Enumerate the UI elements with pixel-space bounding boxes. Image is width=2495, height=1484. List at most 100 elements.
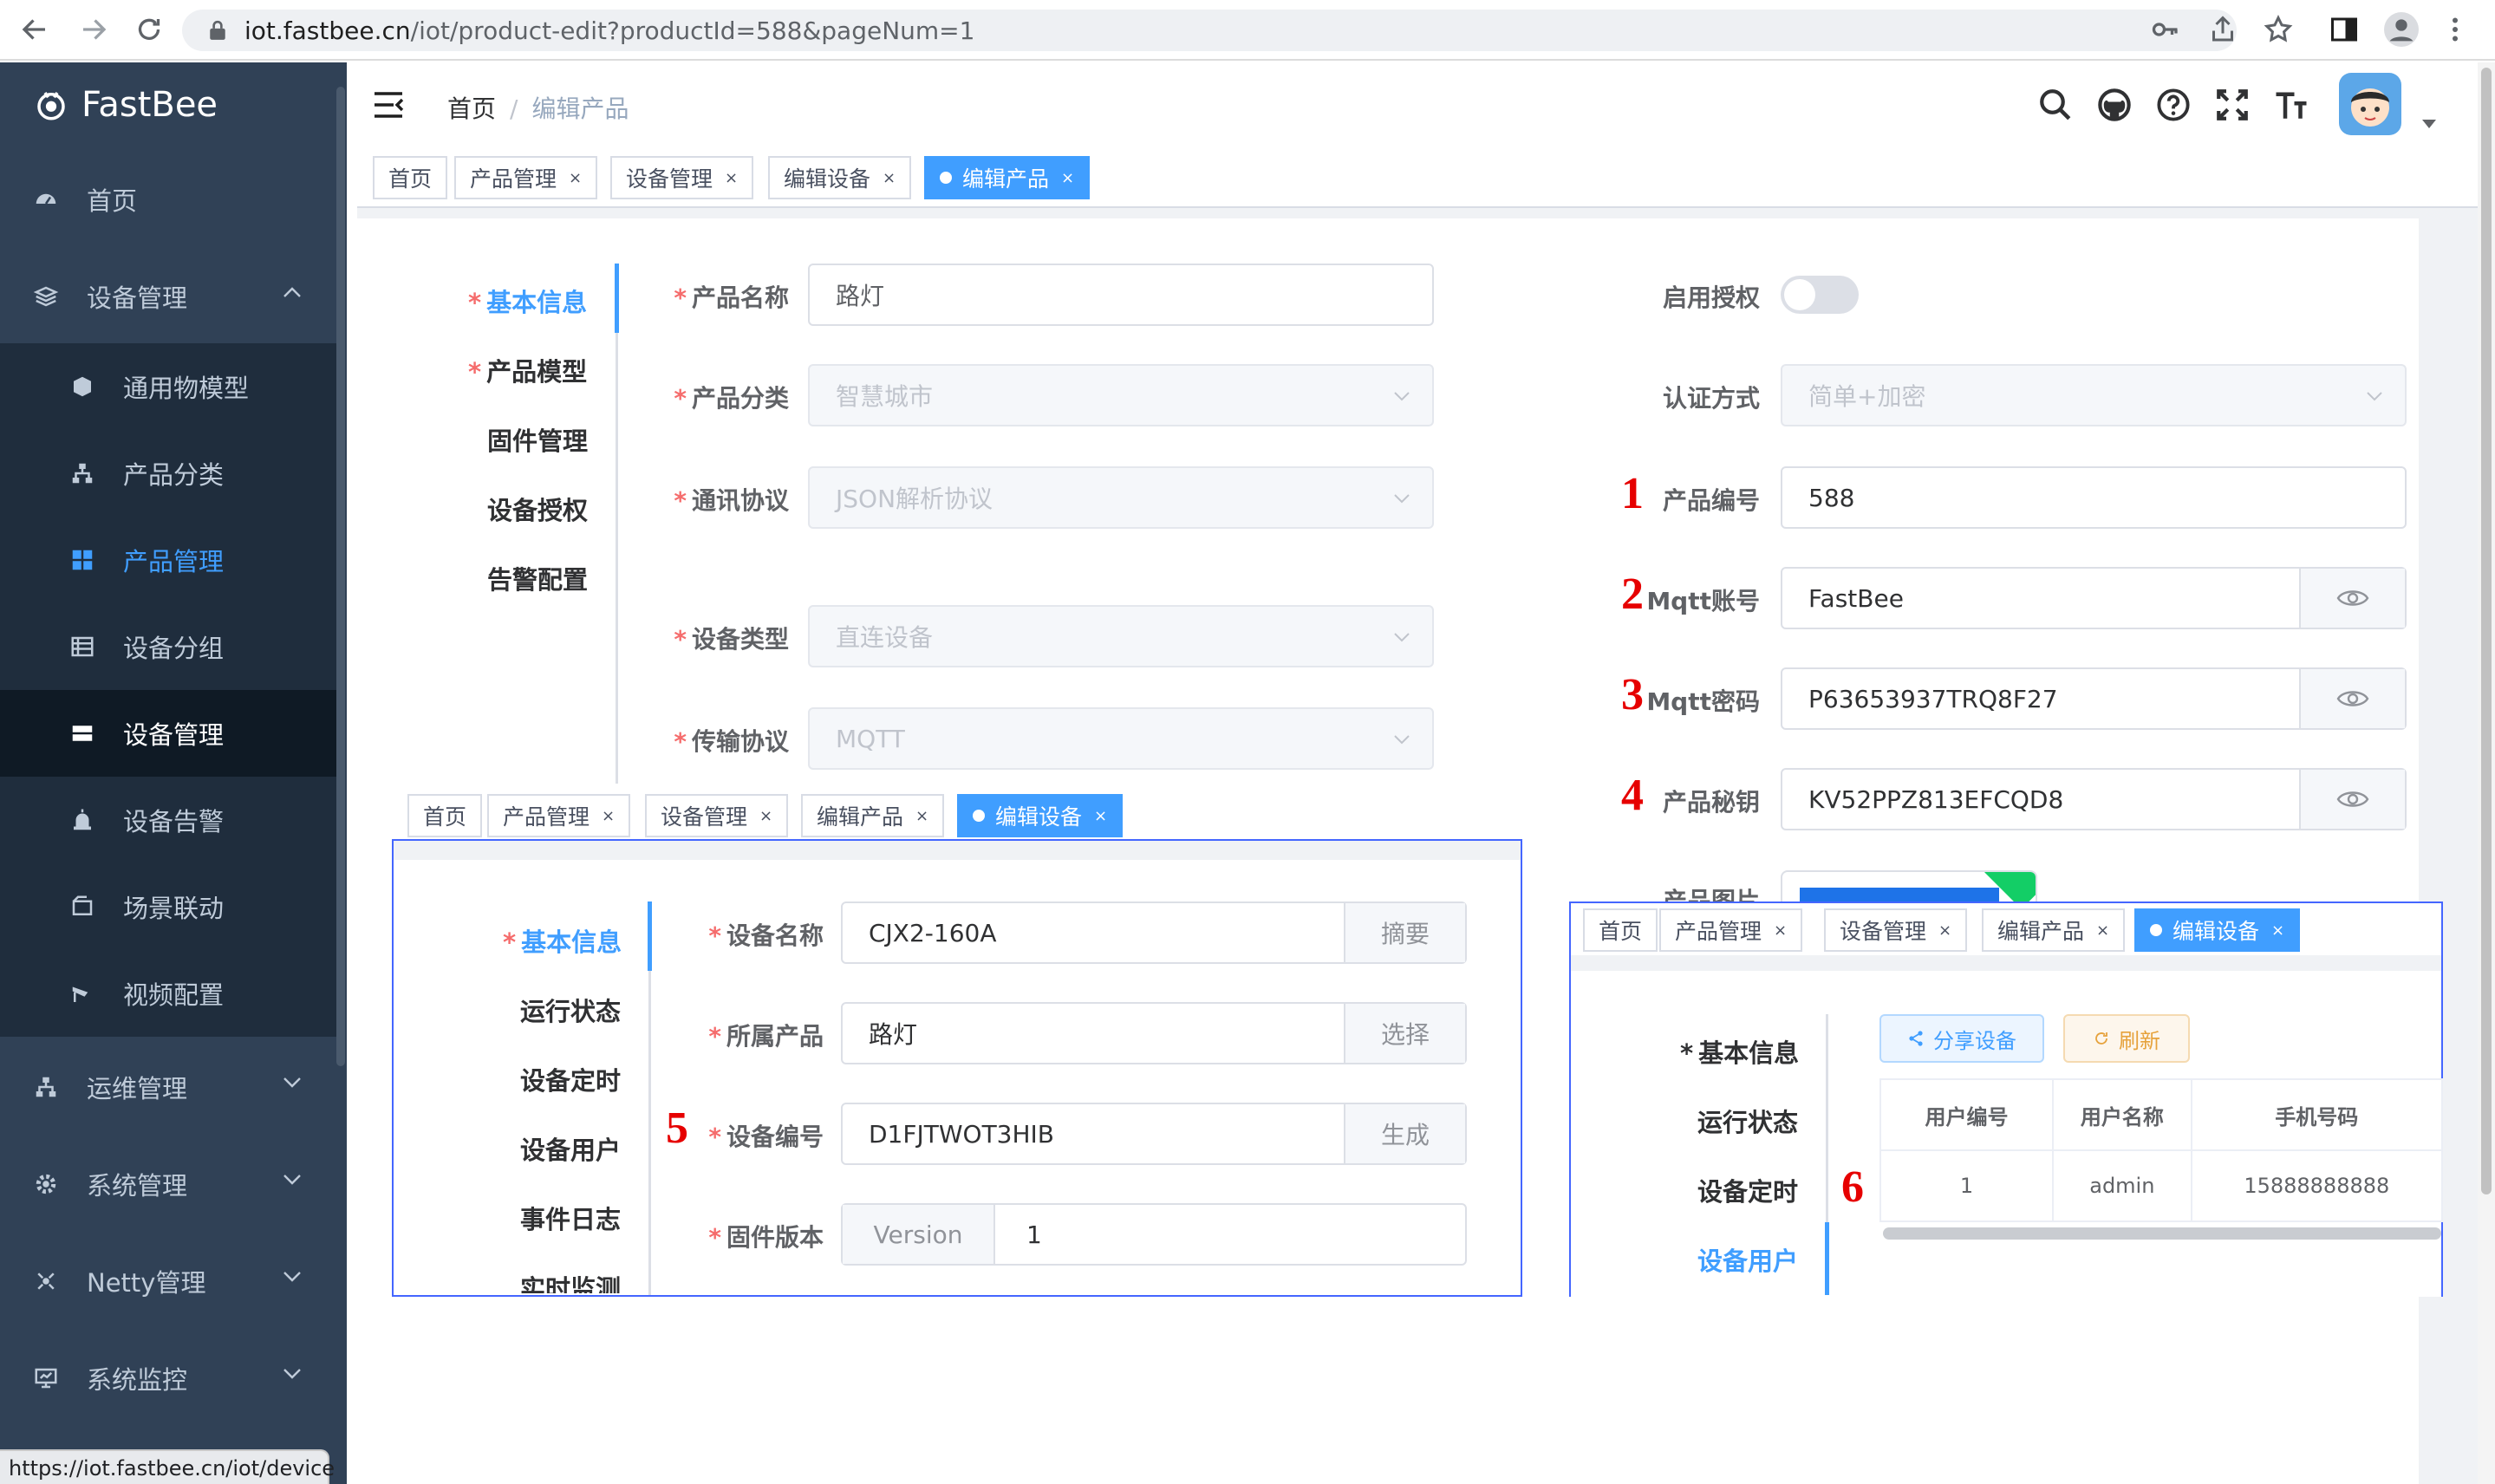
sidebar-item-video[interactable]: 视频配置 [0,950,338,1037]
tab-edit-device[interactable]: 编辑设备 × [768,156,912,199]
tab-edit-product[interactable]: 编辑产品 × [924,156,1091,199]
sidebar-item-device-alarm[interactable]: 设备告警 [0,777,338,863]
step-device-auth[interactable]: 设备授权 [487,491,588,527]
refresh-button[interactable]: 刷新 [2063,1014,2190,1063]
sidebar-item-device-group[interactable]: 设备分组 [0,603,338,690]
page-scrollbar-thumb[interactable] [2481,68,2492,1194]
sidebar-item-monitor[interactable]: 系统监控 [0,1335,338,1422]
close-icon[interactable]: × [569,169,582,187]
user-step-basic[interactable]: * 基本信息 [1680,1033,1799,1070]
tab-home[interactable]: 首页 [407,794,483,837]
step-firmware[interactable]: 固件管理 [487,421,588,458]
button-label: 分享设备 [1933,1028,2016,1053]
tab-device-mgmt[interactable]: 设备管理 × [610,156,754,199]
firmware-input[interactable]: 1 Version [841,1203,1467,1266]
sidebar-item-home[interactable]: 首页 [0,156,338,243]
table-horizontal-scrollbar[interactable] [1883,1227,2441,1240]
sidebar-item-device-mgmt-group[interactable]: 设备管理 [0,253,338,340]
step-alarm[interactable]: 告警配置 [487,560,588,596]
avatar[interactable] [2339,73,2401,135]
search-icon[interactable] [2037,87,2074,123]
sidebar-item-system[interactable]: 系统管理 [0,1141,338,1227]
eye-icon [2336,691,2369,706]
tab-home[interactable]: 首页 [373,156,448,199]
hamburger-icon[interactable] [373,90,404,120]
reload-icon[interactable] [134,14,165,45]
protocol-label: * 通讯协议 [674,486,789,515]
sidepanel-icon[interactable] [2329,14,2360,45]
product-secret-input[interactable]: KV52PPZ813EFCQD8 [1781,768,2407,830]
device-step-events[interactable]: 事件日志 [520,1200,621,1236]
font-size-icon[interactable] [2273,87,2309,123]
profile-icon[interactable] [2384,12,2419,47]
device-step-timer[interactable]: 设备定时 [520,1061,621,1097]
sidebar-scrollbar[interactable] [336,87,345,1066]
sidebar-item-thing-model[interactable]: 通用物模型 [0,343,338,430]
select-product-button[interactable]: 选择 [1344,1004,1465,1063]
share-icon[interactable] [2207,14,2238,45]
auth-mode-select[interactable]: 简单+加密 [1781,364,2407,426]
bookmark-star-icon[interactable] [2263,14,2294,45]
show-password-button[interactable] [2299,569,2405,628]
tab-edit-product[interactable]: 编辑产品 × [801,794,945,837]
address-bar[interactable]: iot.fastbee.cn/iot/product-edit?productI… [182,10,2237,51]
tab-product-mgmt[interactable]: 产品管理 × [454,156,598,199]
close-icon[interactable]: × [1061,169,1074,187]
step-basic-info[interactable]: * 基本信息 [468,283,587,319]
device-name-input[interactable]: CJX2-160A 摘要 [841,901,1467,964]
help-icon[interactable] [2155,87,2192,123]
fullscreen-icon[interactable] [2214,87,2251,123]
sidebar-item-product-mgmt[interactable]: 产品管理 [0,517,338,603]
share-device-button[interactable]: 分享设备 [1879,1014,2044,1063]
product-id-input[interactable]: 588 [1781,466,2407,529]
device-serial-input[interactable]: D1FJTWOT3HIB 生成 [841,1103,1467,1165]
logo[interactable]: FastBee [33,85,218,125]
device-type-select[interactable]: 直连设备 [808,605,1434,667]
close-icon[interactable]: × [883,169,896,187]
summary-button[interactable]: 摘要 [1344,903,1465,962]
close-icon[interactable]: × [759,807,772,825]
tab-edit-device[interactable]: 编辑设备 × [957,794,1124,837]
protocol-select[interactable]: JSON解析协议 [808,466,1434,529]
user-step-users[interactable]: 设备用户 [1697,1241,1798,1278]
close-icon[interactable]: × [602,807,615,825]
close-icon[interactable]: × [1094,807,1107,825]
device-step-basic[interactable]: * 基本信息 [503,922,622,959]
firmware-prefix: Version [843,1205,995,1264]
device-step-status[interactable]: 运行状态 [520,992,621,1028]
forward-icon[interactable] [78,14,109,45]
url-host: iot.fastbee.cn [244,16,411,45]
sidebar-item-ops[interactable]: 运维管理 [0,1044,338,1130]
step-product-model[interactable]: * 产品模型 [468,352,587,388]
user-step-status[interactable]: 运行状态 [1697,1103,1798,1139]
close-icon[interactable]: × [725,169,738,187]
sidebar-item-scene[interactable]: 场景联动 [0,863,338,950]
sidebar-item-netty[interactable]: Netty管理 [0,1238,338,1325]
key-icon[interactable] [2150,14,2181,45]
device-product-input[interactable]: 路灯 选择 [841,1002,1467,1064]
caret-down-icon[interactable] [2422,120,2436,128]
mqtt-password-input[interactable]: P63653937TRQ8F27 [1781,667,2407,730]
transport-select[interactable]: MQTT [808,707,1434,770]
generate-serial-button[interactable]: 生成 [1344,1104,1465,1163]
show-password-button[interactable] [2299,669,2405,728]
tab-product-mgmt[interactable]: 产品管理 × [487,794,631,837]
show-password-button[interactable] [2299,770,2405,829]
product-image[interactable] [1781,870,2037,901]
back-icon[interactable] [19,14,50,45]
mqtt-account-input[interactable]: FastBee [1781,567,2407,629]
user-step-timer[interactable]: 设备定时 [1697,1172,1798,1208]
sidebar-item-device-mgmt[interactable]: 设备管理 [0,690,338,777]
auth-enable-switch[interactable] [1781,276,1859,314]
device-step-monitor[interactable]: 实时监测 [520,1269,621,1293]
sidebar-item-product-category[interactable]: 产品分类 [0,430,338,517]
kebab-menu-icon[interactable] [2440,14,2471,45]
product-category-select[interactable]: 智慧城市 [808,364,1434,426]
tab-device-mgmt[interactable]: 设备管理 × [645,794,789,837]
page-scrollbar[interactable] [2478,62,2495,1484]
breadcrumb-home[interactable]: 首页 [447,94,496,123]
product-name-input[interactable]: 路灯 [808,264,1434,326]
device-step-users[interactable]: 设备用户 [520,1130,621,1167]
github-icon[interactable] [2096,87,2133,123]
close-icon[interactable]: × [915,807,928,825]
